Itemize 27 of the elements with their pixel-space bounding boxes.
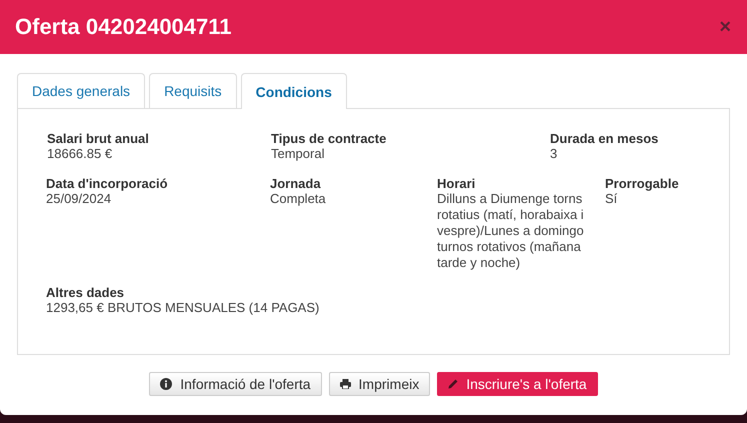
close-button[interactable]: × xyxy=(719,17,731,37)
apply-button[interactable]: Inscriure's a l'oferta xyxy=(437,372,598,396)
info-button[interactable]: Informació de l'oferta xyxy=(149,372,322,396)
tab[interactable]: Requisits xyxy=(149,73,237,108)
field-label: Data d'incorporació xyxy=(46,176,169,191)
tab[interactable]: Condicions xyxy=(240,73,347,109)
window-title: Oferta 042024004711 xyxy=(15,14,232,40)
field-value: 3 xyxy=(550,146,558,162)
field-value: Temporal xyxy=(271,146,326,162)
field-label: Salari brut anual xyxy=(47,131,150,146)
field-value: Dilluns a Diumenge torns rotatius (matí, horabaixa i vespre)/Lunes a domingo turnos rotativos (mañana tarde y noche) xyxy=(437,191,585,271)
field-value: Completa xyxy=(270,191,327,207)
field-value: 25/09/2024 xyxy=(46,191,112,207)
field-label: Durada en mesos xyxy=(550,131,660,146)
field-label: Altres dades xyxy=(46,285,126,300)
field-value: Sí xyxy=(605,191,618,207)
field-label: Jornada xyxy=(270,176,322,191)
pencil-icon xyxy=(448,379,458,389)
field-value: 1293,65 € BRUTOS MENSUALES (14 PAGAS) xyxy=(46,300,320,316)
tab[interactable]: Dades generals xyxy=(17,73,146,108)
info-icon xyxy=(160,378,172,390)
printer-icon xyxy=(340,379,351,389)
field-value: 18666.85 € xyxy=(47,146,114,162)
field-label: Tipus de contracte xyxy=(271,131,388,146)
field-label: Prorrogable xyxy=(605,176,680,191)
print-button[interactable]: Imprimeix xyxy=(328,372,430,396)
field-label: Horari xyxy=(437,176,476,191)
